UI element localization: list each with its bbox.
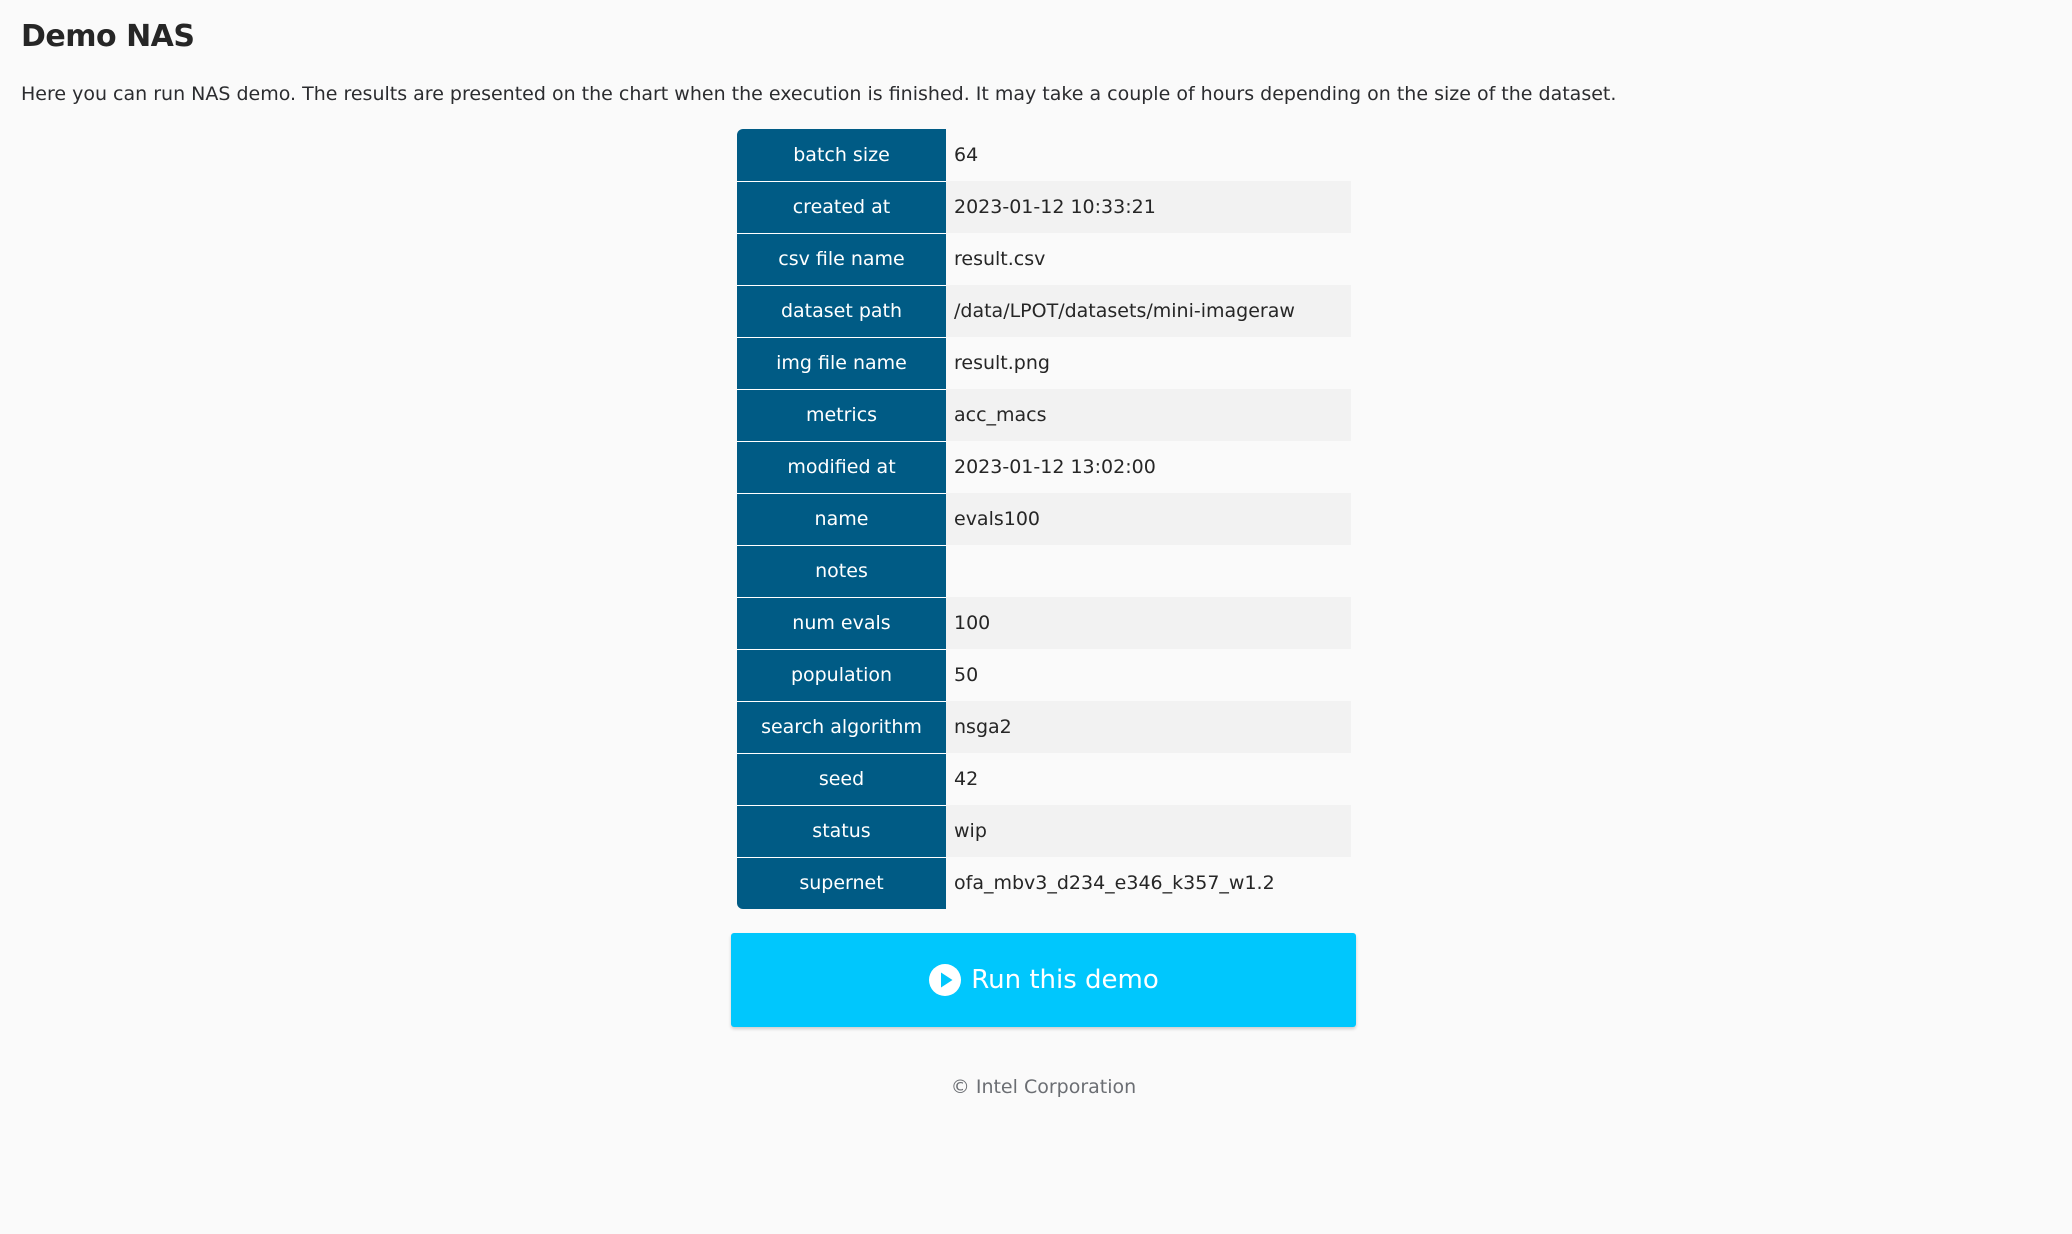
row-value: result.csv bbox=[946, 233, 1351, 285]
table-row-img-file-name: img file name result.png bbox=[737, 337, 1351, 390]
row-key: dataset path bbox=[737, 285, 946, 338]
play-circle-icon bbox=[928, 963, 962, 997]
row-value: /data/LPOT/datasets/mini-imageraw bbox=[946, 285, 1351, 337]
table-row-csv-file-name: csv file name result.csv bbox=[737, 233, 1351, 286]
table-row-search-algorithm: search algorithm nsga2 bbox=[737, 701, 1351, 754]
table-row-created-at: created at 2023-01-12 10:33:21 bbox=[737, 181, 1351, 234]
row-key: search algorithm bbox=[737, 701, 946, 754]
table-row-dataset-path: dataset path /data/LPOT/datasets/mini-im… bbox=[737, 285, 1351, 338]
row-key: supernet bbox=[737, 857, 946, 909]
row-value: result.png bbox=[946, 337, 1351, 389]
row-value: 2023-01-12 10:33:21 bbox=[946, 181, 1351, 233]
row-value: nsga2 bbox=[946, 701, 1351, 753]
run-demo-label: Run this demo bbox=[971, 965, 1159, 995]
table-row-batch-size: batch size 64 bbox=[737, 129, 1351, 182]
row-value bbox=[946, 545, 1351, 597]
table-row-num-evals: num evals 100 bbox=[737, 597, 1351, 650]
table-row-population: population 50 bbox=[737, 649, 1351, 702]
row-key: seed bbox=[737, 753, 946, 806]
table-row-metrics: metrics acc_macs bbox=[737, 389, 1351, 442]
table-row-status: status wip bbox=[737, 805, 1351, 858]
table-row-notes: notes bbox=[737, 545, 1351, 598]
row-value: evals100 bbox=[946, 493, 1351, 545]
row-key: notes bbox=[737, 545, 946, 598]
table-row-name: name evals100 bbox=[737, 493, 1351, 546]
row-value: 64 bbox=[946, 129, 1351, 181]
row-value: 100 bbox=[946, 597, 1351, 649]
row-value: 42 bbox=[946, 753, 1351, 805]
footer-copyright: © Intel Corporation bbox=[950, 1076, 1137, 1098]
table-row-supernet: supernet ofa_mbv3_d234_e346_k357_w1.2 bbox=[737, 857, 1351, 909]
page-title: Demo NAS bbox=[21, 19, 195, 54]
row-value: wip bbox=[946, 805, 1351, 857]
row-key: modified at bbox=[737, 441, 946, 494]
row-key: num evals bbox=[737, 597, 946, 650]
run-demo-button[interactable]: Run this demo bbox=[731, 933, 1356, 1027]
row-key: csv file name bbox=[737, 233, 946, 286]
table-row-modified-at: modified at 2023-01-12 13:02:00 bbox=[737, 441, 1351, 494]
row-value: 2023-01-12 13:02:00 bbox=[946, 441, 1351, 493]
row-key: metrics bbox=[737, 389, 946, 442]
table-row-seed: seed 42 bbox=[737, 753, 1351, 806]
row-key: batch size bbox=[737, 129, 946, 182]
row-value: acc_macs bbox=[946, 389, 1351, 441]
demo-details-table: batch size 64 created at 2023-01-12 10:3… bbox=[737, 129, 1351, 909]
row-value: ofa_mbv3_d234_e346_k357_w1.2 bbox=[946, 857, 1351, 909]
row-key: created at bbox=[737, 181, 946, 234]
row-value: 50 bbox=[946, 649, 1351, 701]
page-description: Here you can run NAS demo. The results a… bbox=[21, 83, 1617, 105]
row-key: img file name bbox=[737, 337, 946, 390]
row-key: population bbox=[737, 649, 946, 702]
row-key: status bbox=[737, 805, 946, 858]
row-key: name bbox=[737, 493, 946, 546]
